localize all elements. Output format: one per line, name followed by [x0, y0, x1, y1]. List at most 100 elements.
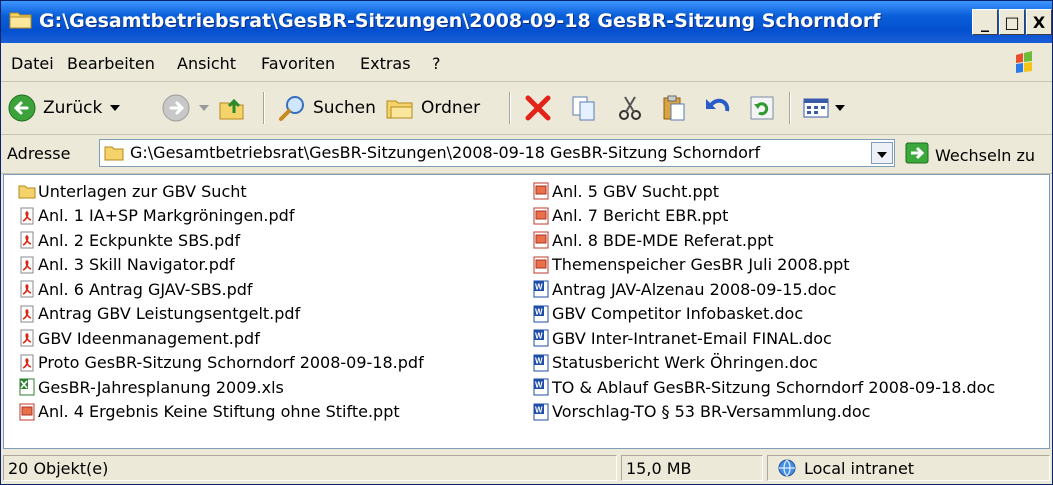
folders-button[interactable]: Ordner: [385, 91, 480, 125]
cut-button[interactable]: [615, 91, 645, 125]
file-item[interactable]: W Vorschlag-TO § 53 BR-Versammlung.doc: [532, 400, 995, 425]
views-icon: [801, 93, 831, 123]
pdf-icon: [18, 256, 36, 274]
file-item[interactable]: Anl. 1 IA+SP Markgröningen.pdf: [18, 204, 424, 229]
file-item[interactable]: GesBR-Jahresplanung 2009.xls: [18, 375, 424, 400]
word-icon: W: [532, 305, 550, 323]
file-name: Statusbericht Werk Öhringen.doc: [552, 353, 818, 373]
excel-icon: [18, 378, 36, 396]
back-button[interactable]: Zurück: [7, 91, 121, 125]
explorer-window: G:\Gesamtbetriebsrat\GesBR-Sitzungen\200…: [0, 0, 1053, 485]
back-label: Zurück: [43, 98, 103, 118]
file-item[interactable]: Anl. 5 GBV Sucht.ppt: [532, 179, 995, 204]
file-item[interactable]: Anl. 7 Bericht EBR.ppt: [532, 204, 995, 229]
folders-icon: [385, 93, 415, 123]
file-name: GesBR-Jahresplanung 2009.xls: [38, 377, 284, 397]
search-label: Suchen: [313, 98, 376, 118]
menu-help[interactable]: ?: [432, 54, 441, 73]
pdf-icon: [18, 329, 36, 347]
maximize-button[interactable]: □: [999, 9, 1025, 35]
pdf-icon: [18, 231, 36, 249]
window-title: G:\Gesamtbetriebsrat\GesBR-Sitzungen\200…: [39, 10, 881, 32]
title-bar[interactable]: G:\Gesamtbetriebsrat\GesBR-Sitzungen\200…: [1, 1, 1052, 43]
pdf-icon: [18, 305, 36, 323]
word-icon: W: [532, 280, 550, 298]
paste-icon: [659, 93, 689, 123]
file-item[interactable]: W Statusbericht Werk Öhringen.doc: [532, 351, 995, 376]
views-button[interactable]: [801, 91, 845, 125]
search-button[interactable]: Suchen: [277, 91, 376, 125]
chevron-down-icon[interactable]: [110, 104, 121, 112]
search-icon: [277, 93, 307, 123]
svg-text:W: W: [535, 356, 543, 365]
pdf-icon: [18, 207, 36, 225]
windows-logo-icon: [1002, 49, 1046, 77]
menu-ansicht[interactable]: Ansicht: [177, 54, 236, 73]
file-item[interactable]: W Antrag JAV-Alzenau 2008-09-15.doc: [532, 277, 995, 302]
delete-button[interactable]: [523, 91, 553, 125]
word-icon: W: [532, 378, 550, 396]
file-name: Anl. 3 Skill Navigator.pdf: [38, 255, 235, 275]
svg-text:W: W: [535, 332, 543, 341]
minimize-button[interactable]: _: [972, 9, 998, 35]
file-name: Anl. 4 Ergebnis Keine Stiftung ohne Stif…: [38, 402, 400, 422]
back-arrow-icon: [7, 93, 37, 123]
undo-button[interactable]: [703, 91, 733, 125]
chevron-down-icon[interactable]: [199, 104, 209, 112]
file-item[interactable]: W GBV Competitor Infobasket.doc: [532, 302, 995, 327]
powerpoint-icon: [532, 182, 550, 200]
refresh-button[interactable]: [747, 91, 777, 125]
file-column-left: Unterlagen zur GBV Sucht Anl. 1 IA+SP Mar…: [18, 179, 424, 424]
menu-favoriten[interactable]: Favoriten: [261, 54, 335, 73]
file-item[interactable]: W GBV Inter-Intranet-Email FINAL.doc: [532, 326, 995, 351]
file-item[interactable]: Anl. 8 BDE-MDE Referat.ppt: [532, 228, 995, 253]
close-button[interactable]: X: [1026, 9, 1052, 35]
forward-button[interactable]: [161, 91, 209, 125]
file-item[interactable]: Anl. 4 Ergebnis Keine Stiftung ohne Stif…: [18, 400, 424, 425]
paste-button[interactable]: [659, 91, 689, 125]
toolbar: Zurück Suchen Ordner: [1, 82, 1052, 135]
folder-icon: [104, 144, 124, 166]
file-name: Anl. 8 BDE-MDE Referat.ppt: [552, 230, 774, 250]
powerpoint-icon: [532, 256, 550, 274]
delete-x-icon: [523, 93, 553, 123]
file-item[interactable]: Antrag GBV Leistungsentgelt.pdf: [18, 302, 424, 327]
powerpoint-icon: [18, 403, 36, 421]
file-item[interactable]: GBV Ideenmanagement.pdf: [18, 326, 424, 351]
file-item[interactable]: Unterlagen zur GBV Sucht: [18, 179, 424, 204]
up-folder-icon: [217, 93, 247, 123]
file-item[interactable]: Proto GesBR-Sitzung Schorndorf 2008-09-1…: [18, 351, 424, 376]
copy-to-button[interactable]: [569, 91, 599, 125]
address-dropdown-button[interactable]: [871, 142, 893, 164]
file-name: GBV Competitor Infobasket.doc: [552, 304, 804, 324]
file-item[interactable]: Themenspeicher GesBR Juli 2008.ppt: [532, 253, 995, 278]
menu-datei[interactable]: Datei: [11, 54, 54, 73]
up-folder-button[interactable]: [217, 91, 247, 125]
file-name: Antrag GBV Leistungsentgelt.pdf: [38, 304, 301, 324]
file-name: Antrag JAV-Alzenau 2008-09-15.doc: [552, 279, 837, 299]
refresh-icon: [747, 93, 777, 123]
svg-text:W: W: [535, 307, 543, 316]
go-button[interactable]: Wechseln zu: [905, 142, 1035, 168]
file-item[interactable]: W TO & Ablauf GesBR-Sitzung Schorndorf 20…: [532, 375, 995, 400]
file-item[interactable]: Anl. 3 Skill Navigator.pdf: [18, 253, 424, 278]
menu-extras[interactable]: Extras: [360, 54, 411, 73]
pdf-icon: [18, 280, 36, 298]
file-name: GBV Ideenmanagement.pdf: [38, 328, 260, 348]
file-item[interactable]: Anl. 2 Eckpunkte SBS.pdf: [18, 228, 424, 253]
status-zone-label: Local intranet: [804, 458, 915, 478]
file-name: Proto GesBR-Sitzung Schorndorf 2008-09-1…: [38, 353, 424, 373]
scissors-icon: [615, 93, 645, 123]
forward-arrow-icon: [161, 93, 191, 123]
powerpoint-icon: [532, 231, 550, 249]
menu-bearbeiten[interactable]: Bearbeiten: [67, 54, 155, 73]
chevron-down-icon[interactable]: [835, 104, 845, 112]
word-icon: W: [532, 403, 550, 421]
file-item[interactable]: Anl. 6 Antrag GJAV-SBS.pdf: [18, 277, 424, 302]
address-input[interactable]: G:\Gesamtbetriebsrat\GesBR-Sitzungen\200…: [99, 139, 895, 167]
address-value: G:\Gesamtbetriebsrat\GesBR-Sitzungen\200…: [130, 143, 761, 162]
file-name: Vorschlag-TO § 53 BR-Versammlung.doc: [552, 402, 871, 422]
file-name: Unterlagen zur GBV Sucht: [38, 181, 247, 201]
file-list: Unterlagen zur GBV Sucht Anl. 1 IA+SP Mar…: [3, 174, 1050, 449]
go-label: Wechseln zu: [935, 145, 1036, 165]
